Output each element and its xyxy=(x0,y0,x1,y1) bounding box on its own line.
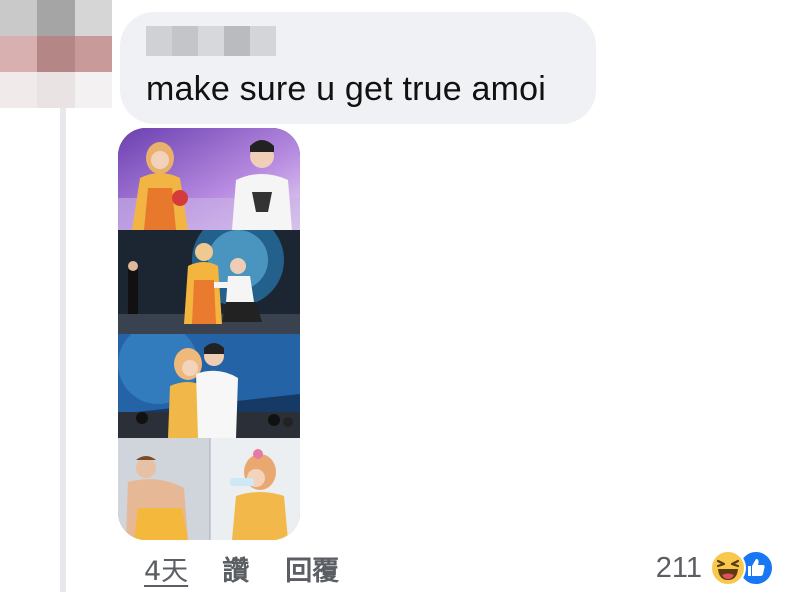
thread-line xyxy=(60,108,66,592)
photo-panel-backstage xyxy=(118,438,300,540)
comment-actions: 4天 讚 回覆 xyxy=(144,548,339,588)
comment-text: make sure u get true amoi xyxy=(146,70,546,108)
like-button[interactable]: 讚 xyxy=(222,549,249,588)
reaction-icons xyxy=(710,548,776,588)
avatar-pixel xyxy=(74,36,112,72)
reaction-summary[interactable]: 211 xyxy=(656,546,776,590)
reply-button[interactable]: 回覆 xyxy=(285,549,339,588)
comment-bubble: make sure u get true amoi xyxy=(120,12,596,124)
avatar-pixel xyxy=(74,72,112,108)
avatar-pixel xyxy=(0,72,38,108)
photo-panel-embrace xyxy=(118,334,300,438)
avatar-pixel xyxy=(37,72,75,108)
avatar-pixel xyxy=(37,0,75,36)
photo-panel-stage xyxy=(118,128,300,230)
avatar-pixel xyxy=(37,36,75,72)
avatar-pixel xyxy=(74,0,112,36)
avatar-pixel xyxy=(0,0,38,36)
timestamp-link[interactable]: 4天 xyxy=(144,549,188,588)
photo-panel-proposal xyxy=(118,230,300,334)
avatar[interactable] xyxy=(0,0,112,108)
comment-photo[interactable] xyxy=(118,128,300,540)
comment-screen: make sure u get true amoi 4天 讚 回覆 211 xyxy=(0,0,800,592)
redacted-author-name[interactable] xyxy=(146,26,276,56)
avatar-pixel xyxy=(0,36,38,72)
reaction-count: 211 xyxy=(655,551,702,584)
haha-emoji-icon xyxy=(710,550,746,586)
